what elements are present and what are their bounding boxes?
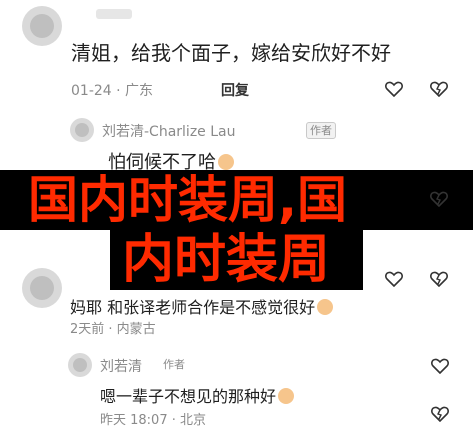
emoji-icon [278, 388, 295, 404]
dislike-icon[interactable] [429, 80, 449, 98]
reply-author[interactable]: 刘若清-Charlize Lau [102, 121, 235, 141]
comment-text-content: 妈耶 和张译老师合作是不感觉很好 [70, 298, 316, 317]
emoji-icon [218, 154, 234, 170]
comment-text: 清姐，给我个面子，嫁给安欣好不好 [71, 41, 391, 65]
heart-icon[interactable] [384, 80, 404, 98]
avatar[interactable] [22, 6, 62, 46]
author-badge: 作者 [306, 122, 336, 139]
comment-meta: 01-24 · 广东 [71, 83, 154, 99]
reply-button[interactable]: 回复 [221, 80, 249, 100]
reply-text: 嗯一辈子不想见的那种好 [100, 383, 295, 407]
reply-meta: 昨天 18:07 · 北京 [100, 413, 206, 428]
comment-text: 妈耶 和张译老师合作是不感觉很好 [70, 294, 334, 318]
comment-meta: 2天前 · 内蒙古 [70, 322, 156, 337]
author-avatar[interactable] [70, 118, 94, 142]
author-badge: 作者 [163, 358, 185, 371]
overlay-title-line1: 国内时装周,国 [28, 171, 347, 229]
heart-icon[interactable] [430, 357, 450, 375]
overlay-title-line2: 内时装周 [122, 230, 331, 290]
dislike-icon[interactable] [430, 405, 450, 423]
emoji-icon [317, 299, 334, 315]
heart-icon[interactable] [384, 270, 404, 288]
dislike-icon[interactable] [429, 190, 449, 208]
reply-text-content: 嗯一辈子不想见的那种好 [100, 387, 277, 406]
author-avatar[interactable] [68, 353, 92, 377]
avatar [96, 9, 132, 19]
dislike-icon[interactable] [429, 270, 449, 288]
reply-author[interactable]: 刘若清 [100, 356, 142, 376]
avatar[interactable] [22, 268, 62, 308]
